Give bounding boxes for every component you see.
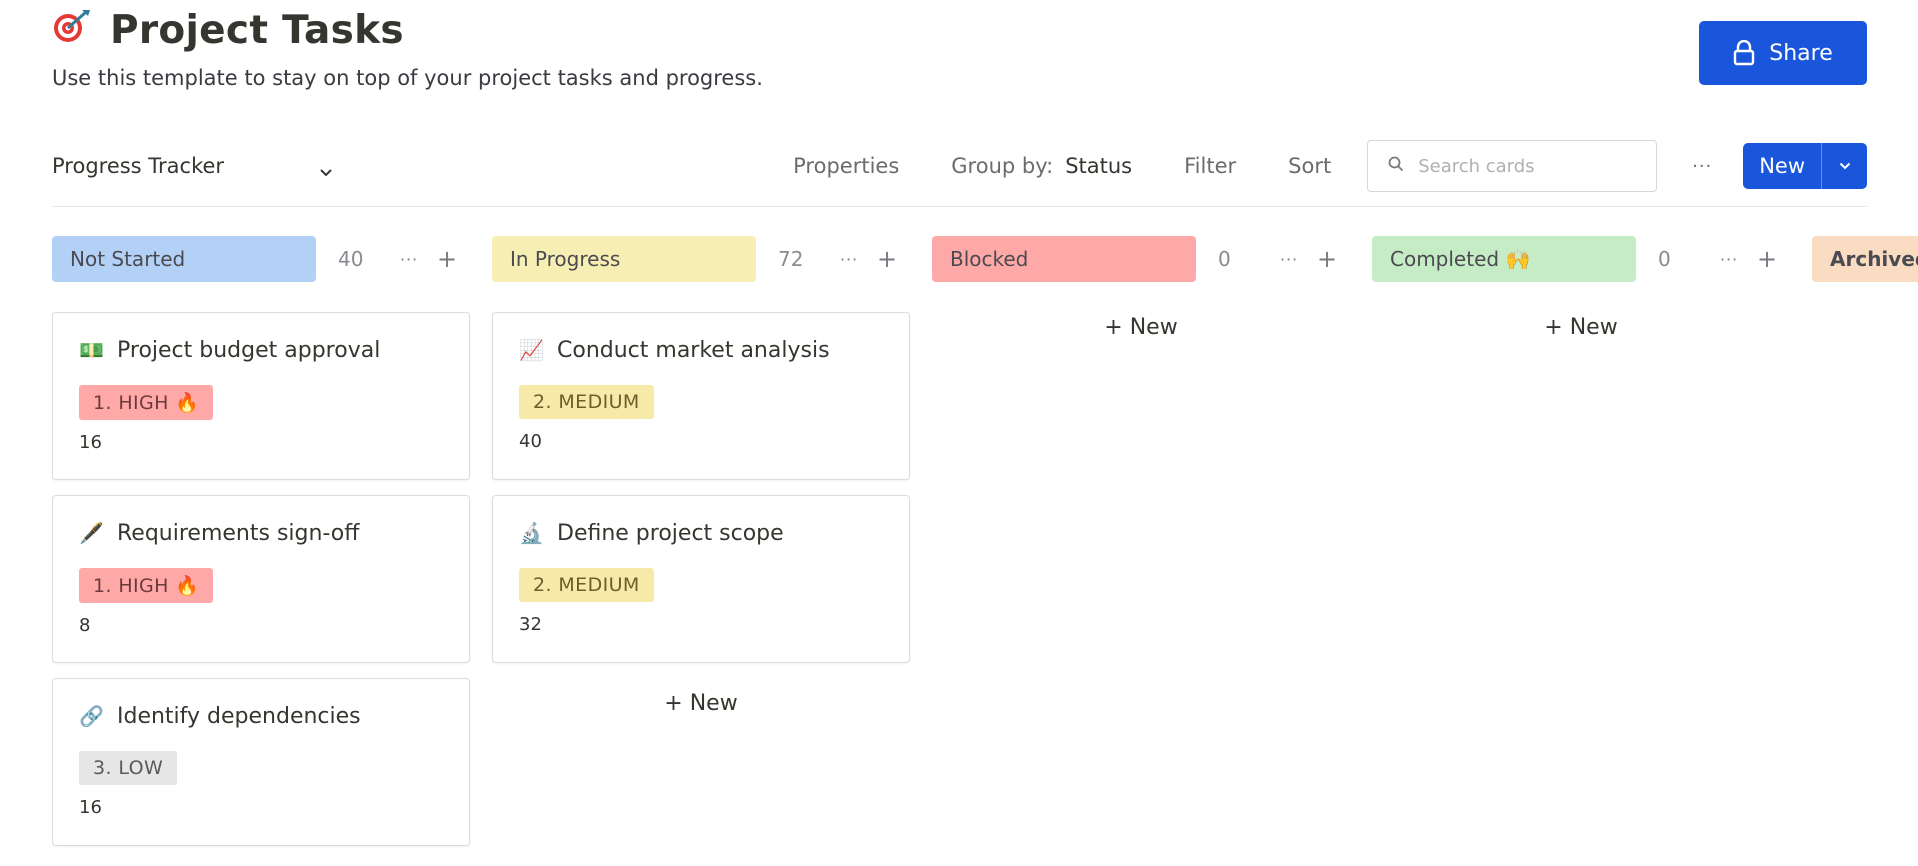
search-icon [1388, 156, 1404, 176]
status-pill-not-started[interactable]: Not Started [52, 236, 316, 282]
column-header: Blocked 0 ··· + [932, 236, 1352, 282]
card-title-row: 📈 Conduct market analysis [519, 335, 883, 365]
column-add-icon[interactable]: + [1756, 245, 1778, 273]
card-title-row: 🔬 Define project scope [519, 518, 883, 548]
card-title: Project budget approval [117, 337, 381, 363]
column-in-progress: In Progress 72 ··· + 📈 Conduct market an… [492, 236, 912, 728]
priority-tag: 1. HIGH 🔥 [79, 568, 214, 603]
card-title-row: 🖋️ Requirements sign-off [79, 518, 443, 548]
card-number: 32 [519, 614, 542, 635]
new-dropdown-chevron-icon[interactable] [1821, 143, 1867, 189]
column-more-icon[interactable]: ··· [1718, 250, 1740, 269]
column-count: 0 [1218, 247, 1231, 271]
money-icon: 💵 [79, 338, 104, 362]
card-list: + New [932, 302, 1352, 352]
task-card[interactable]: 🖋️ Requirements sign-off 1. HIGH 🔥 8 [52, 495, 470, 663]
chart-increasing-icon: 📈 [519, 338, 544, 362]
properties-button[interactable]: Properties [793, 154, 899, 178]
view-toolbar: Progress Tracker Properties Group by: St… [52, 140, 1867, 192]
title-row: Project Tasks [52, 6, 1872, 54]
column-count: 72 [778, 247, 804, 271]
column-header: In Progress 72 ··· + [492, 236, 912, 282]
lock-icon [1733, 39, 1755, 66]
column-count: 40 [338, 247, 364, 271]
priority-tag: 2. MEDIUM [519, 385, 654, 419]
priority-tag: 2. MEDIUM [519, 568, 654, 602]
new-button-group: New [1743, 143, 1867, 189]
column-more-icon[interactable]: ··· [398, 250, 420, 269]
card-number: 8 [79, 615, 91, 636]
status-pill-completed[interactable]: Completed 🙌 [1372, 236, 1636, 282]
column-header: Not Started 40 ··· + [52, 236, 472, 282]
card-list: 💵 Project budget approval 1. HIGH 🔥 16 🖋… [52, 312, 472, 846]
priority-tag: 1. HIGH 🔥 [79, 385, 214, 420]
share-label: Share [1769, 40, 1833, 66]
card-title: Define project scope [557, 520, 784, 546]
column-completed: Completed 🙌 0 ··· + + New [1372, 236, 1792, 352]
status-pill-blocked[interactable]: Blocked [932, 236, 1196, 282]
more-options-icon[interactable]: ··· [1687, 156, 1717, 177]
task-card[interactable]: 📈 Conduct market analysis 2. MEDIUM 40 [492, 312, 910, 480]
group-by-value: Status [1065, 154, 1133, 178]
page-subtitle: Use this template to stay on top of your… [52, 66, 763, 90]
microscope-icon: 🔬 [519, 521, 544, 545]
new-button[interactable]: New [1743, 143, 1821, 189]
column-header: Archived [1812, 236, 1918, 282]
card-title: Conduct market analysis [557, 337, 830, 363]
chevron-down-icon [320, 160, 332, 177]
search-input[interactable] [1418, 155, 1639, 177]
column-count: 0 [1658, 247, 1671, 271]
column-not-started: Not Started 40 ··· + 💵 Project budget ap… [52, 236, 472, 846]
card-title: Requirements sign-off [117, 520, 360, 546]
group-by-button[interactable]: Group by: Status [951, 154, 1132, 178]
kanban-board: Not Started 40 ··· + 💵 Project budget ap… [52, 236, 1918, 866]
page-title: Project Tasks [110, 7, 404, 53]
page-header: Project Tasks Use this template to stay … [52, 6, 1872, 96]
column-add-icon[interactable]: + [436, 245, 458, 273]
card-number: 40 [519, 431, 542, 452]
column-add-icon[interactable]: + [1316, 245, 1338, 273]
column-archived: Archived [1812, 236, 1918, 282]
view-name: Progress Tracker [52, 154, 225, 178]
card-list: + New [1372, 302, 1792, 352]
task-card[interactable]: 🔬 Define project scope 2. MEDIUM 32 [492, 495, 910, 663]
task-card[interactable]: 💵 Project budget approval 1. HIGH 🔥 16 [52, 312, 470, 480]
column-add-icon[interactable]: + [876, 245, 898, 273]
task-card[interactable]: 🔗 Identify dependencies 3. LOW 16 [52, 678, 470, 846]
sort-button[interactable]: Sort [1288, 154, 1331, 178]
add-new-card-button[interactable]: + New [1372, 302, 1790, 352]
view-selector[interactable]: Progress Tracker [52, 154, 352, 178]
status-pill-in-progress[interactable]: In Progress [492, 236, 756, 282]
search-box[interactable] [1367, 140, 1658, 192]
column-blocked: Blocked 0 ··· + + New [932, 236, 1352, 352]
share-button[interactable]: Share [1699, 21, 1867, 85]
card-title-row: 🔗 Identify dependencies [79, 701, 443, 731]
priority-tag: 3. LOW [79, 751, 178, 785]
card-title: Identify dependencies [117, 703, 361, 729]
group-by-label: Group by: [951, 154, 1054, 178]
link-icon: 🔗 [79, 704, 104, 728]
card-title-row: 💵 Project budget approval [79, 335, 443, 365]
column-more-icon[interactable]: ··· [838, 250, 860, 269]
card-list: 📈 Conduct market analysis 2. MEDIUM 40 🔬… [492, 312, 912, 728]
card-number: 16 [79, 797, 102, 818]
card-number: 16 [79, 432, 102, 453]
toolbar-divider [52, 206, 1867, 207]
add-new-card-button[interactable]: + New [932, 302, 1350, 352]
column-more-icon[interactable]: ··· [1278, 250, 1300, 269]
add-new-card-button[interactable]: + New [492, 678, 910, 728]
toolbar-actions: Properties Group by: Status Filter Sort … [793, 140, 1867, 192]
pen-icon: 🖋️ [79, 521, 104, 545]
filter-button[interactable]: Filter [1184, 154, 1236, 178]
target-icon [52, 8, 98, 52]
status-pill-archived[interactable]: Archived [1812, 236, 1918, 282]
column-header: Completed 🙌 0 ··· + [1372, 236, 1792, 282]
